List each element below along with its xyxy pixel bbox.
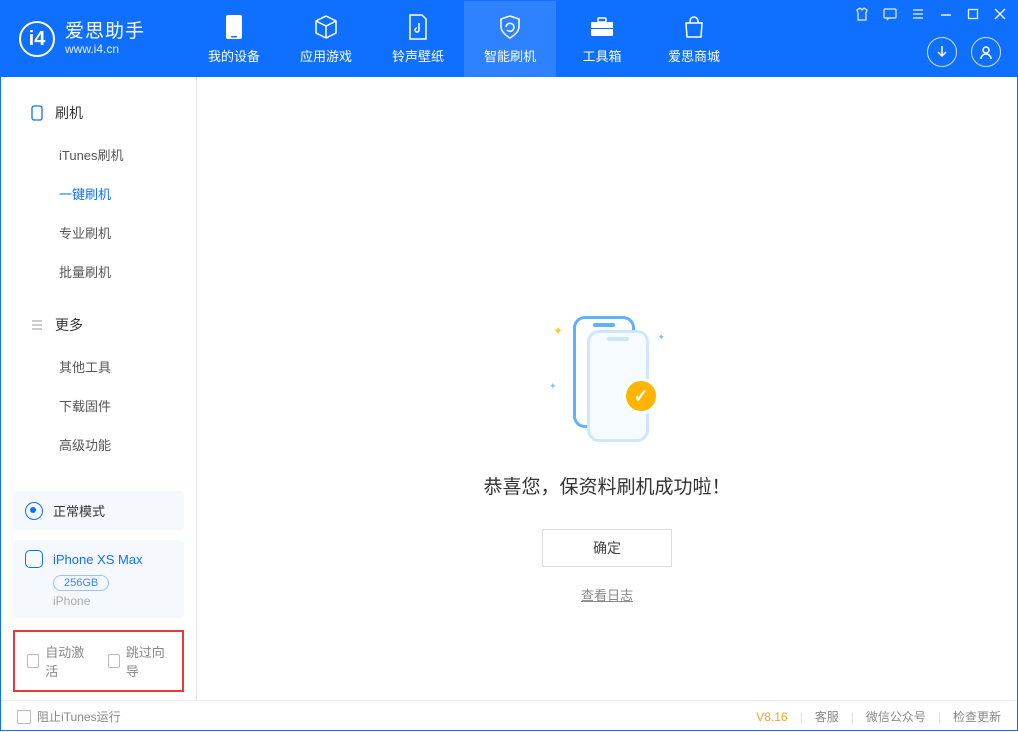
sidebar-item-other[interactable]: 其他工具 <box>1 347 196 386</box>
minimize-icon[interactable] <box>939 7 953 24</box>
sidebar-item-advanced[interactable]: 高级功能 <box>1 425 196 464</box>
success-illustration: ✦ ✦ ✦ ✓ <box>547 312 667 442</box>
footer-link-service[interactable]: 客服 <box>815 708 839 725</box>
tab-apps-games[interactable]: 应用游戏 <box>280 1 372 77</box>
list-icon <box>29 317 45 333</box>
download-icon[interactable] <box>927 37 957 67</box>
sparkle-icon: ✦ <box>657 332 665 343</box>
tab-label: 智能刷机 <box>484 46 536 65</box>
app-logo[interactable]: i4 爱思助手 www.i4.cn <box>1 21 163 57</box>
sidebar-item-pro[interactable]: 专业刷机 <box>1 213 196 252</box>
sidebar-item-itunes[interactable]: iTunes刷机 <box>1 135 196 174</box>
logo-url: www.i4.cn <box>65 43 145 57</box>
checkbox-icon <box>17 710 31 724</box>
logo-cn: 爱思助手 <box>65 21 145 43</box>
sidebar-item-oneclick[interactable]: 一键刷机 <box>1 174 196 213</box>
tab-label: 铃声壁纸 <box>392 46 444 65</box>
device-storage-badge: 256GB <box>53 575 109 591</box>
tab-label: 爱思商城 <box>668 46 720 65</box>
view-log-link[interactable]: 查看日志 <box>581 585 633 604</box>
tab-label: 工具箱 <box>583 46 622 65</box>
sparkle-icon: ✦ <box>553 324 563 338</box>
check-icon: ✓ <box>623 378 659 414</box>
maximize-icon[interactable] <box>967 8 979 23</box>
sidebar-item-batch[interactable]: 批量刷机 <box>1 252 196 291</box>
app-header: i4 爱思助手 www.i4.cn 我的设备 应用游戏 铃声壁纸 智能刷机 工具… <box>1 1 1017 77</box>
success-panel: ✦ ✦ ✦ ✓ 恭喜您，保资料刷机成功啦！ 确定 查看日志 <box>197 312 1017 604</box>
menu-icon[interactable] <box>911 7 925 24</box>
checkbox-block-itunes[interactable]: 阻止iTunes运行 <box>17 708 121 725</box>
checkbox-icon <box>27 654 39 668</box>
sidebar-section-more: 更多 <box>1 309 196 341</box>
mode-dot-icon <box>25 502 43 520</box>
footer-link-wechat[interactable]: 微信公众号 <box>866 708 926 725</box>
flash-options-row: 自动激活 跳过向导 <box>13 630 184 692</box>
success-title: 恭喜您，保资料刷机成功啦！ <box>483 472 730 499</box>
close-icon[interactable] <box>993 7 1007 24</box>
tab-label: 我的设备 <box>208 46 260 65</box>
logo-text: 爱思助手 www.i4.cn <box>65 21 145 57</box>
sidebar: 刷机 iTunes刷机 一键刷机 专业刷机 批量刷机 更多 其他工具 下载固件 … <box>1 77 197 700</box>
device-type: iPhone <box>53 594 172 608</box>
ok-button[interactable]: 确定 <box>542 529 672 567</box>
tab-store[interactable]: 爱思商城 <box>648 1 740 77</box>
tab-ringtones[interactable]: 铃声壁纸 <box>372 1 464 77</box>
nav-tabs: 我的设备 应用游戏 铃声壁纸 智能刷机 工具箱 爱思商城 <box>188 1 740 77</box>
sparkle-icon: ✦ <box>549 381 557 392</box>
tab-label: 应用游戏 <box>300 46 352 65</box>
window-controls <box>855 7 1007 24</box>
checkbox-label: 跳过向导 <box>126 642 170 680</box>
header-actions <box>927 37 1001 67</box>
shield-sync-icon <box>497 14 523 40</box>
main-content: ✦ ✦ ✦ ✓ 恭喜您，保资料刷机成功啦！ 确定 查看日志 <box>197 77 1017 700</box>
user-icon[interactable] <box>971 37 1001 67</box>
logo-icon: i4 <box>19 21 55 57</box>
feedback-icon[interactable] <box>883 7 897 24</box>
checkbox-label: 自动激活 <box>45 642 89 680</box>
checkbox-icon <box>108 654 120 668</box>
tab-my-device[interactable]: 我的设备 <box>188 1 280 77</box>
device-phone-icon <box>25 550 43 568</box>
sidebar-item-download[interactable]: 下载固件 <box>1 386 196 425</box>
checkbox-skip-guide[interactable]: 跳过向导 <box>108 642 171 680</box>
skin-icon[interactable] <box>855 7 869 24</box>
checkbox-label: 阻止iTunes运行 <box>37 708 121 725</box>
footer-link-update[interactable]: 检查更新 <box>953 708 1001 725</box>
sidebar-section-flash: 刷机 <box>1 97 196 129</box>
phone-icon <box>29 105 45 121</box>
tab-smart-flash[interactable]: 智能刷机 <box>464 1 556 77</box>
tab-toolbox[interactable]: 工具箱 <box>556 1 648 77</box>
device-name: iPhone XS Max <box>53 552 143 567</box>
device-icon <box>221 14 247 40</box>
mode-label: 正常模式 <box>53 501 105 520</box>
version-label: V8.16 <box>756 710 787 724</box>
briefcase-icon <box>589 14 615 40</box>
device-card[interactable]: iPhone XS Max 256GB iPhone <box>13 540 184 618</box>
checkbox-auto-activate[interactable]: 自动激活 <box>27 642 90 680</box>
mode-card[interactable]: 正常模式 <box>13 491 184 530</box>
music-file-icon <box>405 14 431 40</box>
section-label: 更多 <box>55 315 83 335</box>
bag-icon <box>681 14 707 40</box>
status-bar: 阻止iTunes运行 V8.16 | 客服 | 微信公众号 | 检查更新 <box>1 700 1017 732</box>
cube-icon <box>313 14 339 40</box>
section-label: 刷机 <box>55 103 83 123</box>
